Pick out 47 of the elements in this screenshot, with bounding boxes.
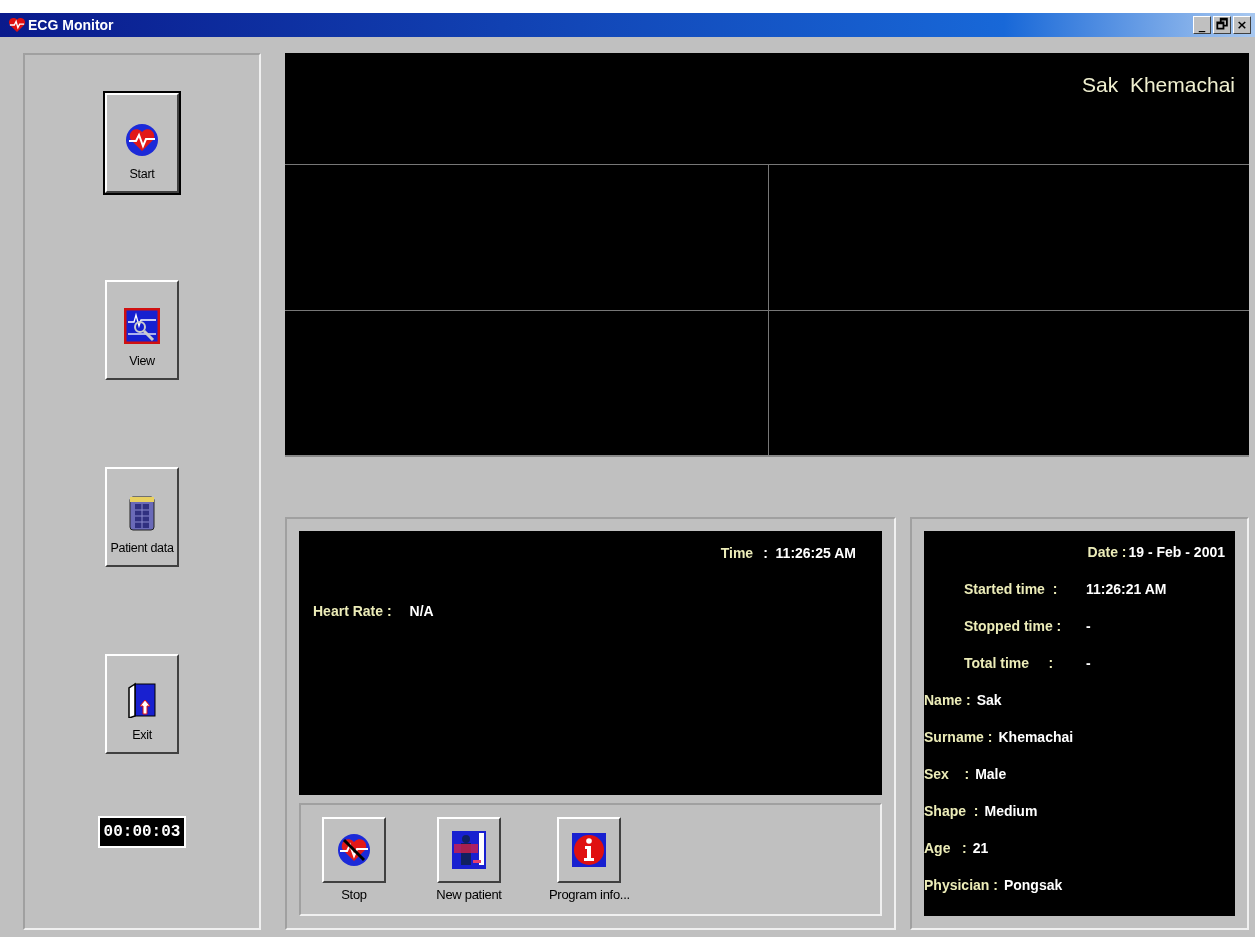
patient-name: Sak Khemachai [1082,73,1235,97]
heart-rate-label: Heart Rate : [313,603,392,619]
time-value: : 11:26:25 AM [763,545,856,561]
info-label: Date : [1087,543,1127,562]
window-title: ECG Monitor [28,17,114,33]
door-exit-icon [127,682,157,718]
sidebar-button[interactable]: Patient data [105,467,179,567]
info-label: Age : [924,839,967,858]
info-value: 21 [972,839,989,858]
sidebar-button[interactable]: View [105,280,179,380]
window-control-button[interactable]: × [1233,16,1251,34]
window-control-button[interactable]: 🗗 [1213,16,1231,34]
info-value: Medium [984,802,1038,821]
info-value: 19 - Feb - 2001 [1128,543,1225,562]
info-value: Khemachai [998,728,1074,747]
toolbar-button[interactable] [322,817,386,883]
toolbar-button[interactable] [557,817,622,883]
toolbar-button-label: New patient [436,887,502,902]
toolbar-button-label: Program info... [549,887,630,902]
info-value: - [1085,617,1091,636]
magnifier-waveform-icon [124,308,160,344]
elapsed-timer: 00:00:03 [97,816,187,848]
info-label: Sex : [924,765,970,784]
heart-icon [8,17,26,33]
time-label: Time [720,545,754,561]
heart-pulse-icon [125,123,159,157]
info-value: Male [975,765,1007,784]
info-value: - [1085,654,1091,673]
info-label: Stopped time : [964,617,1063,636]
toolbar-button[interactable] [437,817,501,883]
toolbar-button-label: Stop [341,887,367,902]
window-control-button[interactable]: _ [1193,16,1211,34]
info-icon [571,832,608,868]
info-value: Sak [976,691,1002,710]
sidebar-button[interactable]: Start [105,93,179,193]
heart-rate-value: N/A [409,603,434,619]
info-value: Pongsak [1003,876,1063,895]
info-label: Name : [924,691,971,710]
file-cabinet-icon [129,495,155,531]
info-value: 11:26:21 AM [1085,580,1167,599]
info-label: Started time : [964,580,1059,599]
info-label: Total time : [964,654,1055,673]
info-label: Physician : [924,876,998,895]
sidebar-button[interactable]: Exit [105,654,179,754]
info-label: Shape : [924,802,979,821]
info-label: Surname : [924,728,993,747]
person-document-icon [451,830,487,870]
